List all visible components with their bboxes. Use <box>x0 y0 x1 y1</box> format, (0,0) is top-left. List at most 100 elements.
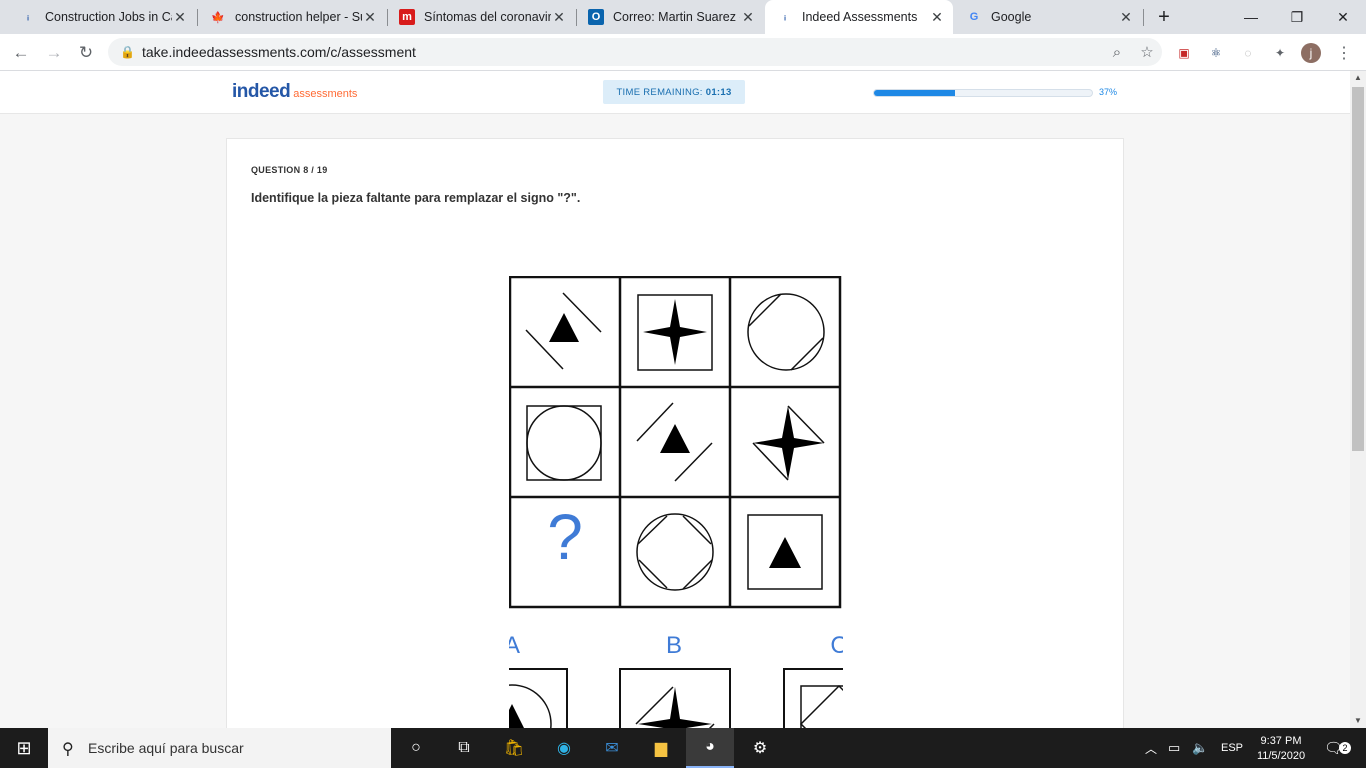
close-window-button[interactable]: ✕ <box>1320 0 1366 34</box>
tab-title: Construction Jobs in Ca <box>45 10 172 24</box>
tab-construction-jobs[interactable]: ᵢ Construction Jobs in Ca ✕ <box>8 0 196 34</box>
extensions-puzzle-icon[interactable]: ✦ <box>1269 43 1291 63</box>
mail-icon[interactable]: ✉ <box>588 728 636 768</box>
tab-title: construction helper - Su <box>235 10 362 24</box>
progress-fill <box>874 90 955 96</box>
cell-r3c2-circle-chords <box>636 513 714 591</box>
chrome-icon[interactable]: ◕ <box>686 728 734 768</box>
close-icon[interactable]: ✕ <box>929 9 945 26</box>
lock-icon: 🔒 <box>120 45 135 59</box>
menu-dots-icon[interactable]: ⋮ <box>1333 43 1355 63</box>
timer-value: 01:13 <box>705 86 732 98</box>
scrollbar-thumb[interactable] <box>1352 87 1364 451</box>
close-icon[interactable]: ✕ <box>740 9 756 26</box>
browser-tab-strip: ᵢ Construction Jobs in Ca ✕ 🍁 constructi… <box>0 0 1366 34</box>
windows-taskbar: ⊞ ⚲ Escribe aquí para buscar ○ ⧉ 🛍 ◉ ✉ ▆… <box>0 728 1366 768</box>
file-explorer-icon[interactable]: ▆ <box>637 728 685 768</box>
forward-button[interactable]: → <box>40 39 68 67</box>
tab-title: Correo: Martin Suarez - <box>613 10 740 24</box>
indeed-icon: ᵢ <box>27 11 29 23</box>
tab-title: Google <box>991 10 1032 24</box>
tray-chevron-icon[interactable]: ︿ <box>1145 728 1157 768</box>
cortana-icon[interactable]: ○ <box>392 728 440 768</box>
puzzle-figure: ? A B C <box>509 276 843 728</box>
browser-toolbar: ← → ↻ 🔒 take.indeedassessments.com/c/ass… <box>0 34 1366 71</box>
taskbar-search-box[interactable]: ⚲ Escribe aquí para buscar <box>48 728 391 768</box>
tab-correo[interactable]: O Correo: Martin Suarez - ✕ <box>576 0 764 34</box>
zoom-icon[interactable]: ⌕ <box>1102 44 1132 61</box>
progress-bar <box>873 89 1093 97</box>
indeed-assessments-logo: indeed assessments <box>232 81 357 103</box>
search-icon: ⚲ <box>62 741 74 758</box>
bookmark-star-icon[interactable]: ☆ <box>1132 43 1162 61</box>
cell-r3c3-triangle-square <box>747 514 823 590</box>
tab-title: Indeed Assessments <box>802 10 918 24</box>
extension-clock-icon[interactable]: ◌ <box>1237 43 1259 63</box>
scroll-down-arrow-icon[interactable]: ▼ <box>1350 714 1366 728</box>
outlook-icon: O <box>588 9 604 25</box>
cell-r1c3-circle-chords <box>747 293 825 371</box>
battery-icon[interactable]: ▭ <box>1168 728 1180 768</box>
tab-title: Síntomas del coronaviru <box>424 10 551 24</box>
tab-sintomas[interactable]: m Síntomas del coronaviru ✕ <box>387 0 575 34</box>
edge-icon[interactable]: ◉ <box>540 728 588 768</box>
time-remaining-badge: TIME REMAINING: 01:13 <box>603 80 745 104</box>
progress-percent: 37% <box>1099 87 1118 97</box>
profile-avatar[interactable]: j <box>1301 43 1321 63</box>
notifications-icon[interactable]: 🗨 2 <box>1324 728 1352 768</box>
extension-react-icon[interactable]: ⚛ <box>1205 43 1227 63</box>
question-card: QUESTION 8 / 19 Identifique la pieza fal… <box>226 138 1124 728</box>
tab-construction-helper[interactable]: 🍁 construction helper - Su ✕ <box>198 0 386 34</box>
close-icon[interactable]: ✕ <box>362 9 378 26</box>
close-icon[interactable]: ✕ <box>1118 9 1134 26</box>
clock-time: 9:37 PM <box>1260 734 1302 747</box>
minimize-button[interactable]: — <box>1228 0 1274 34</box>
language-indicator[interactable]: ESP <box>1221 728 1243 768</box>
task-view-icon[interactable]: ⧉ <box>440 728 488 768</box>
clock-date: 11/5/2020 <box>1256 749 1306 762</box>
tab-indeed-assessments[interactable]: ᵢ Indeed Assessments ✕ <box>765 0 953 34</box>
option-b-label: B <box>666 632 682 659</box>
cell-r1c2-star-square <box>637 294 713 371</box>
page-scrollbar[interactable]: ▲ ▼ <box>1350 71 1366 728</box>
timer-label: TIME REMAINING: <box>616 86 703 98</box>
google-icon: G <box>969 11 979 23</box>
settings-gear-icon[interactable]: ⚙ <box>736 728 784 768</box>
store-icon[interactable]: 🛍 <box>490 728 538 768</box>
cell-r2c3-star-lines <box>752 405 825 481</box>
maple-leaf-icon: 🍁 <box>211 11 225 24</box>
extension-shield-icon[interactable]: ▣ <box>1173 43 1195 63</box>
close-icon[interactable]: ✕ <box>172 9 188 26</box>
option-c-label: C <box>830 632 843 659</box>
scroll-up-arrow-icon[interactable]: ▲ <box>1350 71 1366 85</box>
cell-r2c1-circle-square <box>526 405 602 481</box>
reload-button[interactable]: ↻ <box>72 39 100 67</box>
option-b[interactable] <box>619 668 731 728</box>
url-text[interactable]: take.indeedassessments.com/c/assessment <box>142 44 1102 60</box>
page-content: indeed assessments TIME REMAINING: 01:13 3… <box>0 71 1350 728</box>
question-text: Identifique la pieza faltante para rempl… <box>251 191 581 205</box>
indeed-icon: ᵢ <box>784 11 786 23</box>
notification-count: 2 <box>1339 742 1352 754</box>
cell-r2c2-triangle-lines <box>636 402 713 482</box>
question-mark: ? <box>547 501 583 573</box>
windows-start-icon[interactable]: ⊞ <box>0 728 48 768</box>
clock[interactable]: 9:37 PM 11/5/2020 <box>1252 728 1310 768</box>
close-icon[interactable]: ✕ <box>551 9 567 26</box>
option-c[interactable] <box>783 668 843 728</box>
logo-sub-text: assessments <box>293 88 358 100</box>
volume-icon[interactable]: 🔈 <box>1192 728 1208 768</box>
option-a-label: A <box>509 632 520 659</box>
logo-main-text: indeed <box>232 81 291 102</box>
tab-google[interactable]: G Google ✕ <box>954 0 1142 34</box>
option-a[interactable] <box>509 668 568 728</box>
question-number: QUESTION 8 / 19 <box>251 165 328 175</box>
back-button[interactable]: ← <box>7 39 35 67</box>
restore-button[interactable]: ❐ <box>1274 0 1320 34</box>
assessment-header: indeed assessments TIME REMAINING: 01:13 3… <box>0 71 1350 114</box>
m-logo-icon: m <box>399 9 415 25</box>
search-placeholder: Escribe aquí para buscar <box>88 740 244 756</box>
new-tab-button[interactable]: + <box>1142 0 1186 34</box>
cell-r1c1-triangle-lines <box>525 292 602 370</box>
address-bar[interactable]: 🔒 take.indeedassessments.com/c/assessmen… <box>108 38 1162 66</box>
